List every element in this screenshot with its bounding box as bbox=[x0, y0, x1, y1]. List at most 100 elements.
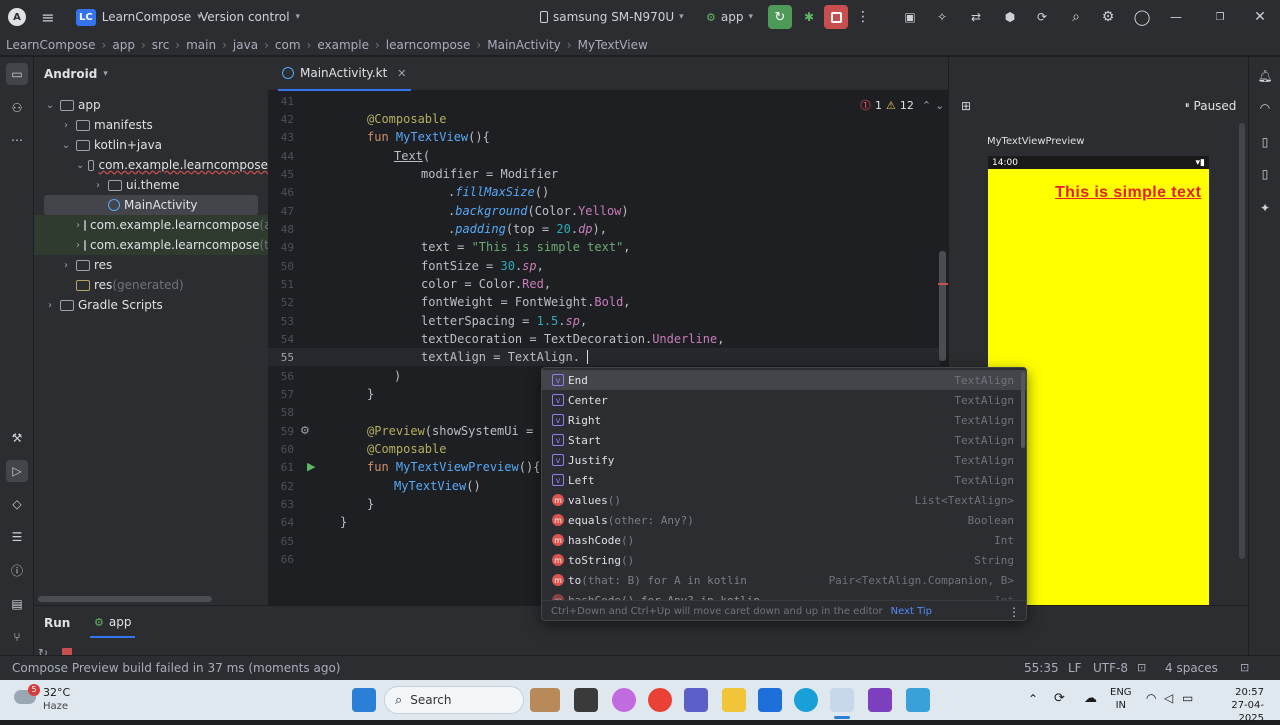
tree-item[interactable]: res (generated) bbox=[34, 275, 268, 295]
language-indicator[interactable]: ENG IN bbox=[1110, 686, 1132, 712]
build-icon[interactable]: ⚒ bbox=[6, 427, 28, 449]
search-icon[interactable]: ⌕ bbox=[1066, 6, 1086, 28]
run-preview-icon[interactable]: ▶ bbox=[307, 460, 315, 473]
chevron-right-icon[interactable]: › bbox=[60, 260, 72, 271]
chevron-right-icon[interactable]: › bbox=[76, 220, 80, 231]
completion-item[interactable]: m values() List<TextAlign> bbox=[542, 490, 1026, 510]
error-stripe-marker[interactable] bbox=[938, 283, 948, 285]
gemini-icon[interactable]: ✦ bbox=[1254, 197, 1276, 219]
breadcrumb-item[interactable]: java bbox=[233, 38, 258, 52]
terminal-icon[interactable]: ▤ bbox=[6, 593, 28, 615]
chevron-down-icon[interactable]: ⌄ bbox=[44, 100, 56, 111]
problems-icon[interactable]: ⓘ bbox=[6, 559, 28, 581]
completion-options-icon[interactable]: ⋮ bbox=[1008, 605, 1020, 619]
chevron-right-icon[interactable]: › bbox=[92, 180, 104, 191]
tree-item[interactable]: ›com.example.learncompose (te bbox=[34, 235, 276, 255]
tree-item[interactable]: ⌄ app bbox=[34, 95, 268, 115]
taskbar-search[interactable]: ⌕ Search bbox=[384, 686, 524, 714]
clock[interactable]: 20:57 27-04-2025 bbox=[1208, 686, 1264, 725]
app-icon[interactable] bbox=[868, 688, 892, 712]
tree-item[interactable]: MainActivity bbox=[44, 195, 258, 215]
close-window-icon[interactable]: ✕ bbox=[1250, 6, 1270, 28]
line-separator[interactable]: LF bbox=[1068, 661, 1082, 675]
account-icon[interactable]: ◯ bbox=[1132, 6, 1152, 28]
previous-highlight-icon[interactable]: ⌃ bbox=[922, 99, 931, 112]
tree-item[interactable]: › manifests bbox=[34, 115, 268, 135]
project-view-selector[interactable]: Android ▾ bbox=[44, 67, 108, 81]
breadcrumb-item[interactable]: learncompose bbox=[386, 38, 471, 52]
chevron-down-icon[interactable]: ⌄ bbox=[60, 140, 72, 151]
preview-scrollbar[interactable] bbox=[1239, 123, 1245, 559]
app-icon[interactable] bbox=[906, 688, 930, 712]
preview-settings-gear-icon[interactable]: ⚙ bbox=[300, 424, 310, 437]
project-switcher[interactable]: LC LearnCompose ▾ bbox=[72, 6, 206, 28]
sync-gradle-icon[interactable]: ⇄ bbox=[966, 6, 986, 28]
weather-condition[interactable]: Haze bbox=[43, 701, 68, 712]
next-highlight-icon[interactable]: ⌄ bbox=[935, 99, 944, 112]
indent-setting[interactable]: 4 spaces bbox=[1165, 661, 1218, 675]
chevron-right-icon[interactable]: › bbox=[60, 120, 72, 131]
apply-changes-restart-icon[interactable]: ↻ bbox=[768, 5, 792, 29]
breadcrumb-item[interactable]: app bbox=[112, 38, 135, 52]
chevron-right-icon[interactable]: › bbox=[76, 240, 80, 251]
breadcrumb-item[interactable]: com bbox=[275, 38, 301, 52]
android-studio-taskbar-icon[interactable] bbox=[830, 688, 854, 712]
windows-start-icon[interactable] bbox=[352, 688, 376, 712]
logcat-icon[interactable]: ☰ bbox=[6, 526, 28, 548]
running-devices-icon[interactable]: ▯ bbox=[1254, 163, 1276, 185]
completion-item[interactable]: v Justify TextAlign bbox=[542, 450, 1026, 470]
main-menu-icon[interactable]: ≡ bbox=[38, 6, 58, 28]
volume-icon[interactable]: ◁ bbox=[1164, 691, 1173, 705]
cloud-tray-icon[interactable]: ☁ bbox=[1084, 691, 1097, 706]
completion-scrollbar[interactable] bbox=[1021, 372, 1025, 448]
more-tools-icon[interactable]: ⋯ bbox=[6, 129, 28, 151]
preview-layout-icon[interactable]: ⊞ bbox=[961, 99, 971, 113]
tab-mainactivity[interactable]: MainActivity.kt ✕ bbox=[278, 57, 411, 91]
breadcrumb-item[interactable]: example bbox=[317, 38, 369, 52]
memory-indicator-icon[interactable]: ⊡ bbox=[1240, 661, 1249, 674]
teams-icon[interactable] bbox=[684, 688, 708, 712]
completion-item[interactable]: m equals (other: Any?) Boolean bbox=[542, 510, 1026, 530]
tree-item[interactable]: › ui.theme bbox=[34, 175, 268, 195]
completion-item[interactable]: v End TextAlign bbox=[542, 370, 1026, 390]
completion-item[interactable]: v Right TextAlign bbox=[542, 410, 1026, 430]
tree-item[interactable]: ⌄ kotlin+java bbox=[34, 135, 268, 155]
completion-item[interactable]: v Left TextAlign bbox=[542, 470, 1026, 490]
sdk-manager-icon[interactable]: ⬢ bbox=[1000, 6, 1020, 28]
notifications-bell-icon[interactable]: 🔔︎ bbox=[1254, 65, 1276, 87]
run-config-selector[interactable]: ⚙ app ▾ bbox=[706, 6, 753, 28]
horizontal-scrollbar[interactable] bbox=[38, 596, 212, 602]
completion-item[interactable]: v Start TextAlign bbox=[542, 430, 1026, 450]
gradle-tool-icon[interactable]: ◠ bbox=[1254, 97, 1276, 119]
completion-item[interactable]: v Center TextAlign bbox=[542, 390, 1026, 410]
readonly-lock-icon[interactable]: ⊡ bbox=[1137, 661, 1146, 674]
device-selector[interactable]: samsung SM-N970U ▾ bbox=[540, 6, 684, 28]
wifi-icon[interactable]: ◠ bbox=[1146, 691, 1156, 705]
chrome-icon[interactable] bbox=[648, 688, 672, 712]
app-quality-icon[interactable]: ◇ bbox=[6, 493, 28, 515]
breadcrumb-item[interactable]: src bbox=[152, 38, 170, 52]
debug-icon[interactable]: ✱ bbox=[798, 6, 820, 28]
tab-run-app[interactable]: ⚙ app bbox=[90, 608, 136, 638]
device-manager-tool-icon[interactable]: ▯ bbox=[1254, 131, 1276, 153]
vertical-scrollbar[interactable] bbox=[939, 251, 946, 361]
tree-item[interactable]: ›com.example.learncompose (an bbox=[34, 215, 279, 235]
breadcrumb-item[interactable]: MainActivity bbox=[487, 38, 561, 52]
close-tab-icon[interactable]: ✕ bbox=[397, 67, 406, 80]
news-widget-icon[interactable] bbox=[530, 688, 560, 712]
sync-tray-icon[interactable]: ⟳ bbox=[1054, 691, 1065, 706]
tree-item[interactable]: › res bbox=[34, 255, 268, 275]
inspection-widget[interactable]: ⓵ 1 ⚠ 12 ⌃ ⌄ bbox=[860, 97, 944, 113]
completion-item[interactable]: m toString() String bbox=[542, 550, 1026, 570]
stop-button[interactable] bbox=[824, 5, 848, 29]
gradle-sync-icon[interactable]: ⟳ bbox=[1032, 6, 1052, 28]
caret-position[interactable]: 55:35 bbox=[1024, 661, 1059, 675]
weather-temp[interactable]: 32°C bbox=[43, 686, 70, 699]
file-explorer-icon[interactable] bbox=[722, 688, 746, 712]
weather-widget[interactable]: 5 bbox=[14, 684, 40, 708]
ai-assistant-icon[interactable]: ✧ bbox=[932, 6, 952, 28]
project-tool-icon[interactable]: ▭ bbox=[6, 63, 28, 85]
next-tip-link[interactable]: Next Tip bbox=[891, 606, 932, 617]
file-encoding[interactable]: UTF-8 bbox=[1093, 661, 1128, 675]
resource-manager-icon[interactable]: ⚇ bbox=[6, 97, 28, 119]
